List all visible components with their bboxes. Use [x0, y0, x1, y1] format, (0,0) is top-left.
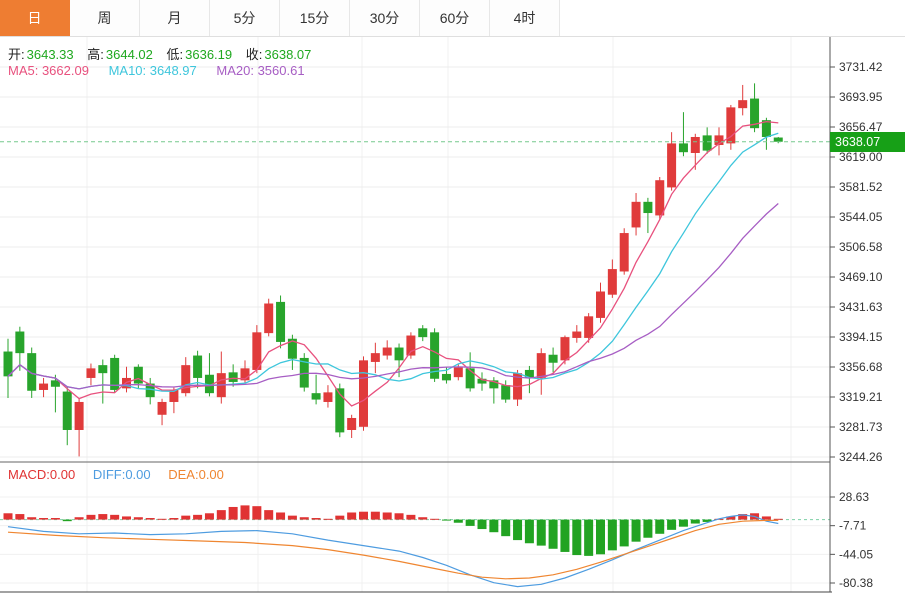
tab-15min[interactable]: 15分: [280, 0, 350, 36]
ohlc-legend: 开: 3643.33 高: 3644.02 低: 3636.19 收: 3638.07: [8, 44, 311, 63]
kline-chart[interactable]: 3731.423693.953656.473619.003581.523544.…: [0, 0, 905, 599]
svg-text:3581.52: 3581.52: [839, 180, 883, 194]
svg-text:3394.15: 3394.15: [839, 330, 883, 344]
tab-month[interactable]: 月: [140, 0, 210, 36]
svg-text:-7.71: -7.71: [839, 519, 867, 533]
svg-text:3506.58: 3506.58: [839, 240, 883, 254]
ma20-value: MA20: 3560.61: [216, 63, 305, 78]
ma-legend: MA5: 3662.09 MA10: 3648.97 MA20: 3560.61: [8, 63, 321, 78]
open-value: 3643.33: [26, 47, 74, 62]
kline-app: 日 周 月 5分 15分 30分 60分 4时 3731.42 3693.95 36…: [0, 0, 905, 599]
tab-day[interactable]: 日: [0, 0, 70, 36]
svg-text:3431.63: 3431.63: [839, 300, 883, 314]
open-label: 开:: [8, 47, 25, 62]
svg-text:3731.42: 3731.42: [839, 60, 883, 74]
macd-value: MACD:0.00: [8, 467, 76, 482]
svg-text:3244.26: 3244.26: [839, 450, 883, 464]
tab-week[interactable]: 周: [70, 0, 140, 36]
tab-30min[interactable]: 30分: [350, 0, 420, 36]
svg-text:3469.10: 3469.10: [839, 270, 883, 284]
last-price-tag: 3638.07: [830, 132, 905, 152]
low-label: 低:: [166, 47, 184, 62]
tab-5min[interactable]: 5分: [210, 0, 280, 36]
tab-60min[interactable]: 60分: [420, 0, 490, 36]
svg-text:-44.05: -44.05: [839, 547, 873, 561]
svg-text:28.63: 28.63: [839, 490, 869, 504]
close-value: 3638.07: [264, 47, 312, 62]
svg-text:3544.05: 3544.05: [839, 210, 883, 224]
svg-text:3693.95: 3693.95: [839, 90, 883, 104]
ma10-value: MA10: 3648.97: [108, 63, 197, 78]
timeframe-tabbar: 日 周 月 5分 15分 30分 60分 4时: [0, 0, 905, 37]
diff-value: DIFF:0.00: [92, 467, 151, 482]
high-label: 高:: [87, 47, 104, 62]
high-value: 3644.02: [105, 47, 153, 62]
svg-text:3356.68: 3356.68: [839, 360, 883, 374]
close-label: 收:: [245, 47, 263, 62]
svg-text:3281.73: 3281.73: [839, 420, 883, 434]
dea-value: DEA:0.00: [168, 467, 224, 482]
low-value: 3636.19: [185, 47, 233, 62]
ma5-value: MA5: 3662.09: [8, 63, 89, 78]
svg-text:-80.38: -80.38: [839, 576, 873, 590]
svg-text:3619.00: 3619.00: [839, 150, 883, 164]
macd-legend: MACD:0.00 DIFF:0.00 DEA:0.00: [8, 467, 238, 482]
tab-4hour[interactable]: 4时: [490, 0, 560, 36]
svg-text:3319.21: 3319.21: [839, 390, 883, 404]
